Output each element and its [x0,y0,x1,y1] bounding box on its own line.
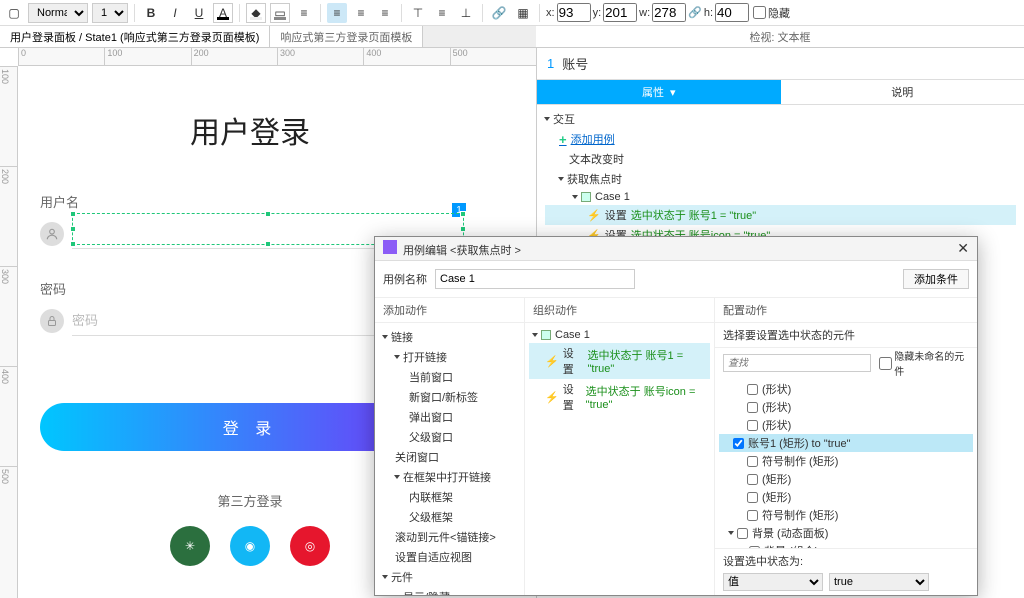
login-title: 用户登录 [40,108,460,152]
cfg-shape-2[interactable]: (形状) [719,398,973,416]
event-focus[interactable]: 获取焦点时 [545,169,1016,189]
align-right-button[interactable]: ≡ [375,3,395,23]
ruler-horizontal: 0100200300400500 [18,48,536,66]
valign-bottom-button[interactable]: ⊥ [456,3,476,23]
action-current-window[interactable]: 当前窗口 [379,367,520,387]
align-center-button[interactable]: ≡ [351,3,371,23]
cfg-shape-3[interactable]: (形状) [719,416,973,434]
inspector-header: 检视: 文本框 [536,26,1024,48]
event-text-change[interactable]: 文本改变时 [545,149,1016,169]
weibo-icon[interactable]: ◎ [290,526,330,566]
y-input[interactable] [603,3,637,22]
action-new-window[interactable]: 新窗口/新标签 [379,387,520,407]
cfg-rect-1[interactable]: (矩形) [719,470,973,488]
lock-icon[interactable]: 🔗 [688,6,702,19]
valign-top-button[interactable]: ⊤ [408,3,428,23]
text-color-picker[interactable]: A [213,3,233,23]
organize-action-column: 组织动作 Case 1 ⚡设置 选中状态于 账号1 = "true" ⚡设置 选… [525,298,715,595]
bold-button[interactable]: B [141,3,161,23]
border-color-picker[interactable]: ▭ [270,3,290,23]
lock-icon [40,309,64,333]
action-scroll-anchor[interactable]: 滚动到元件<锚链接> [379,527,520,547]
action-show-hide[interactable]: 显示/隐藏 [379,587,520,595]
widget-search-input[interactable] [723,354,871,372]
ruler-vertical: 100200300400500 [0,66,18,598]
org-case[interactable]: Case 1 [529,327,710,343]
cfg-rect-2[interactable]: (矩形) [719,488,973,506]
underline-button[interactable]: U [189,3,209,23]
action-set-1[interactable]: ⚡设置 设置 选中状态于 账号1 = "true"选中状态于 账号1 = "tr… [545,205,1016,225]
case-editor-dialog: 用例编辑 <获取焦点时 > ✕ 用例名称 添加条件 添加动作 链接 打开链接 当… [374,236,978,596]
user-icon [40,222,64,246]
configure-action-column: 配置动作 选择要设置选中状态的元件 隐藏未命名的元件 (形状) (形状) (形状… [715,298,977,595]
cfg-account1[interactable]: 账号1 (矩形) to "true" [719,434,973,452]
case-1-focus[interactable]: Case 1 [545,189,1016,205]
top-toolbar: ▢ Normal 18 B I U A ◆ ▭ ≡ ≡ ≡ ≡ ⊤ ≡ ⊥ 🔗 … [0,0,1024,26]
h-input[interactable] [715,3,749,22]
app-icon [383,240,397,254]
group-widgets[interactable]: 元件 [379,567,520,587]
action-adaptive-view[interactable]: 设置自适应视图 [379,547,520,567]
action-popup[interactable]: 弹出窗口 [379,407,520,427]
case-name-input[interactable] [435,269,635,289]
cfg-bg-panel[interactable]: 背景 (动态面板) [719,524,973,542]
cfg-symbol-1[interactable]: 符号制作 (矩形) [719,452,973,470]
cfg-shape-1[interactable]: (形状) [719,380,973,398]
line-style-button[interactable]: ≡ [294,3,314,23]
x-input[interactable] [557,3,591,22]
action-parent-window[interactable]: 父级窗口 [379,427,520,447]
wechat-icon[interactable]: ✳ [170,526,210,566]
fill-color-picker[interactable]: ◆ [246,3,266,23]
action-open-in-frame[interactable]: 在框架中打开链接 [379,467,520,487]
font-size-select[interactable]: 18 [92,3,128,23]
group-links[interactable]: 链接 [379,327,520,347]
align-left-button[interactable]: ≡ [327,3,347,23]
case-name-row: 用例名称 添加条件 [375,261,977,298]
coords: x: y: w: 🔗 h: [546,3,749,22]
action-inline-frame[interactable]: 内联框架 [379,487,520,507]
org-action-1[interactable]: ⚡设置 选中状态于 账号1 = "true" [529,343,710,379]
italic-button[interactable]: I [165,3,185,23]
hide-unnamed-checkbox[interactable]: 隐藏未命名的元件 [879,348,973,378]
close-icon[interactable]: ✕ [957,240,969,257]
cfg-bottom: 设置选中状态为: [715,548,977,573]
action-parent-frame[interactable]: 父级框架 [379,507,520,527]
org-action-2[interactable]: ⚡设置 选中状态于 账号icon = "true" [529,379,710,415]
tab-login-panel[interactable]: 用户登录面板 / State1 (响应式第三方登录页面模板) [0,26,270,47]
action-open-link[interactable]: 打开链接 [379,347,520,367]
link-button[interactable]: 🔗 [489,3,509,23]
tab-notes[interactable]: 说明 [781,80,1024,104]
inspector-tabs: 属性▾ 说明 [537,79,1024,105]
qq-icon[interactable]: ◉ [230,526,270,566]
add-condition-button[interactable]: 添加条件 [903,269,969,289]
hide-checkbox[interactable]: 隐藏 [753,5,790,21]
add-case-link[interactable]: +添加用例 [545,129,1016,149]
dialog-titlebar[interactable]: 用例编辑 <获取焦点时 > ✕ [375,237,977,261]
cfg-symbol-2[interactable]: 符号制作 (矩形) [719,506,973,524]
add-action-column: 添加动作 链接 打开链接 当前窗口 新窗口/新标签 弹出窗口 父级窗口 关闭窗口… [375,298,525,595]
username-label: 用户名 [40,192,460,211]
state-type-select[interactable]: 值 [723,573,823,591]
w-input[interactable] [652,3,686,22]
widget-name[interactable]: 账号 [562,54,588,73]
section-interaction[interactable]: 交互 [545,109,1016,129]
state-value-select[interactable]: true [829,573,929,591]
box-icon[interactable]: ▢ [4,3,24,23]
widget-button[interactable]: ▦ [513,3,533,23]
action-close-window[interactable]: 关闭窗口 [379,447,520,467]
valign-middle-button[interactable]: ≡ [432,3,452,23]
tab-properties[interactable]: 属性▾ [537,80,781,104]
widget-name-row: 1 账号 [537,48,1024,79]
tab-template[interactable]: 响应式第三方登录页面模板 [270,26,423,47]
style-select[interactable]: Normal [28,3,88,23]
